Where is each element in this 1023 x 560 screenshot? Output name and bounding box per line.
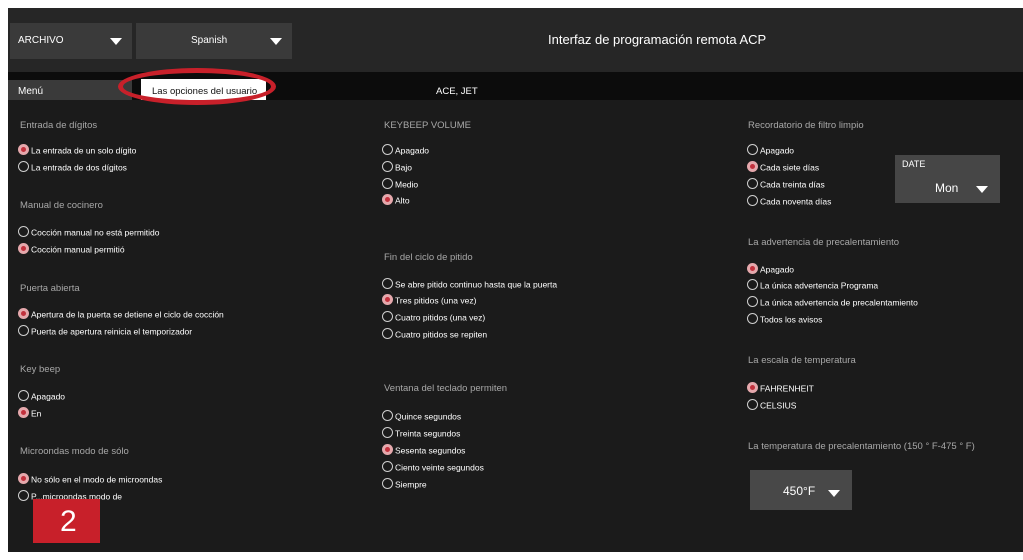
- radio-icon: [747, 313, 758, 325]
- radio-icon: [382, 427, 393, 439]
- digit-entry-title: Entrada de dígitos: [20, 120, 98, 131]
- preheat-warning-title: La advertencia de precalentamiento: [748, 237, 900, 248]
- micro-only-option-not-only[interactable]: No sólo en el modo de microondas: [18, 473, 162, 486]
- radio-selected-icon: [382, 294, 393, 306]
- end-cycle-option-three[interactable]: Tres pitidos (una vez): [382, 294, 476, 307]
- radio-icon: [747, 279, 758, 291]
- door-open-option-stop[interactable]: Apertura de la puerta se detiene el cicl…: [18, 308, 224, 321]
- preheat-temp-dropdown[interactable]: 450°F: [750, 470, 852, 510]
- radio-icon: [18, 226, 29, 238]
- radio-icon: [747, 144, 758, 156]
- filter-reminder-option-30days[interactable]: Cada treinta días: [747, 178, 825, 191]
- radio-selected-icon: [747, 263, 758, 275]
- manual-cook-option-not-allowed[interactable]: Cocción manual no está permitido: [18, 226, 160, 239]
- tab-models[interactable]: ACE, JET: [436, 86, 478, 97]
- end-cycle-option-four-repeat[interactable]: Cuatro pitidos se repiten: [382, 328, 487, 341]
- tab-menu[interactable]: Menú: [8, 80, 132, 100]
- end-cycle-title: Fin del ciclo de pitido: [384, 252, 473, 263]
- app-window: ARCHIVO Spanish Interfaz de programación…: [8, 8, 1023, 552]
- door-open-title: Puerta abierta: [20, 283, 80, 294]
- date-dropdown[interactable]: DATE Mon: [895, 155, 1000, 203]
- filter-reminder-option-90days[interactable]: Cada noventa días: [747, 195, 831, 208]
- header-bar: ARCHIVO Spanish Interfaz de programación…: [8, 8, 1023, 72]
- keypad-window-option-60s[interactable]: Sesenta segundos: [382, 444, 465, 457]
- radio-icon: [18, 325, 29, 337]
- radio-selected-icon: [747, 161, 758, 173]
- radio-icon: [747, 296, 758, 308]
- digit-entry-option-single[interactable]: La entrada de un solo dígito: [18, 144, 136, 157]
- keybeep-volume-option-off[interactable]: Apagado: [382, 144, 429, 157]
- preheat-temp-title: La temperatura de precalentamiento (150 …: [748, 441, 975, 452]
- tab-bar: Menú Las opciones del usuario ACE, JET: [8, 72, 1023, 100]
- end-cycle-option-four-once[interactable]: Cuatro pitidos (una vez): [382, 311, 485, 324]
- filter-reminder-option-off[interactable]: Apagado: [747, 144, 794, 157]
- temp-scale-option-celsius[interactable]: CELSIUS: [747, 399, 796, 412]
- radio-icon: [18, 390, 29, 402]
- file-menu-label: ARCHIVO: [18, 35, 64, 46]
- radio-icon: [382, 278, 393, 290]
- manual-cook-title: Manual de cocinero: [20, 200, 103, 211]
- chevron-down-icon: [976, 186, 988, 193]
- manual-cook-option-allowed[interactable]: Cocción manual permitió: [18, 243, 125, 256]
- radio-icon: [747, 178, 758, 190]
- radio-icon: [382, 478, 393, 490]
- keypad-window-option-120s[interactable]: Ciento veinte segundos: [382, 461, 484, 474]
- app-title: Interfaz de programación remota ACP: [548, 32, 767, 47]
- key-beep-title: Key beep: [20, 364, 61, 375]
- preheat-warning-option-preheat[interactable]: La única advertencia de precalentamiento: [747, 296, 918, 309]
- radio-icon: [747, 195, 758, 207]
- chevron-down-icon: [110, 38, 122, 45]
- radio-selected-icon: [18, 473, 29, 485]
- radio-icon: [382, 144, 393, 156]
- radio-icon: [382, 311, 393, 323]
- keypad-window-option-30s[interactable]: Treinta segundos: [382, 427, 460, 440]
- radio-selected-icon: [382, 444, 393, 456]
- preheat-warning-option-all[interactable]: Todos los avisos: [747, 313, 822, 326]
- date-value: Mon: [935, 181, 959, 195]
- tab-user-options[interactable]: Las opciones del usuario: [141, 79, 266, 100]
- door-open-option-reset[interactable]: Puerta de apertura reinicia el temporiza…: [18, 325, 192, 338]
- keybeep-volume-option-high[interactable]: Alto: [382, 194, 410, 207]
- micro-only-title: Microondas modo de sólo: [20, 446, 129, 457]
- chevron-down-icon: [270, 38, 282, 45]
- radio-selected-icon: [18, 407, 29, 419]
- language-dropdown[interactable]: Spanish: [136, 23, 292, 59]
- end-cycle-option-continuous[interactable]: Se abre pitido continuo hasta que la pue…: [382, 278, 557, 291]
- keybeep-volume-title: KEYBEEP VOLUME: [384, 120, 471, 131]
- radio-icon: [382, 178, 393, 190]
- radio-icon: [382, 461, 393, 473]
- radio-icon: [18, 161, 29, 173]
- key-beep-option-on[interactable]: En: [18, 407, 41, 420]
- radio-selected-icon: [382, 194, 393, 206]
- filter-reminder-title: Recordatorio de filtro limpio: [748, 120, 864, 131]
- radio-selected-icon: [18, 308, 29, 320]
- keypad-window-title: Ventana del teclado permiten: [384, 383, 508, 394]
- language-label: Spanish: [191, 35, 228, 46]
- temp-scale-option-fahrenheit[interactable]: FAHRENHEIT: [747, 382, 814, 395]
- keypad-window-option-always[interactable]: Siempre: [382, 478, 427, 491]
- radio-selected-icon: [747, 382, 758, 394]
- keybeep-volume-option-low[interactable]: Bajo: [382, 161, 412, 174]
- preheat-temp-value: 450°F: [783, 484, 816, 498]
- radio-icon: [747, 399, 758, 411]
- step-badge: 2: [33, 499, 100, 543]
- keypad-window-option-15s[interactable]: Quince segundos: [382, 410, 461, 423]
- chevron-down-icon: [828, 490, 840, 497]
- radio-icon: [382, 328, 393, 340]
- date-label: DATE: [902, 159, 926, 169]
- key-beep-option-off[interactable]: Apagado: [18, 390, 65, 403]
- temp-scale-title: La escala de temperatura: [748, 355, 856, 366]
- filter-reminder-option-7days[interactable]: Cada siete días: [747, 161, 819, 174]
- preheat-warning-option-program[interactable]: La única advertencia Programa: [747, 279, 878, 292]
- digit-entry-option-double[interactable]: La entrada de dos dígitos: [18, 161, 127, 174]
- radio-icon: [382, 161, 393, 173]
- file-menu-dropdown[interactable]: ARCHIVO: [10, 23, 132, 59]
- keybeep-volume-option-medium[interactable]: Medio: [382, 178, 418, 191]
- radio-icon: [18, 490, 29, 502]
- radio-selected-icon: [18, 144, 29, 156]
- radio-selected-icon: [18, 243, 29, 255]
- preheat-warning-option-off[interactable]: Apagado: [747, 263, 794, 276]
- radio-icon: [382, 410, 393, 422]
